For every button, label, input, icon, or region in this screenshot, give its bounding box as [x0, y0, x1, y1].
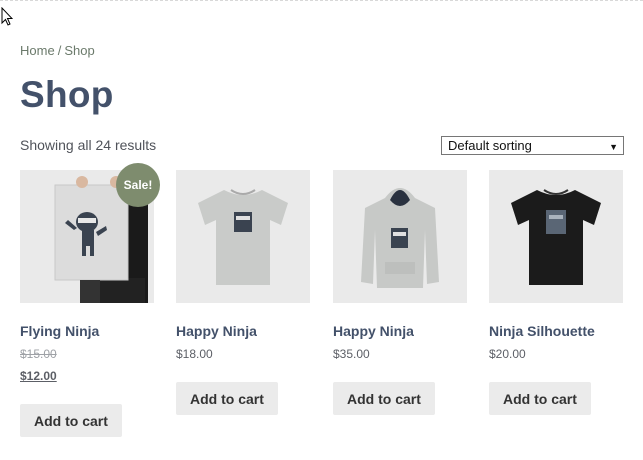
price: $35.00 [333, 347, 370, 361]
top-border [0, 0, 643, 1]
product-card: Happy Ninja $35.00 Add to cart [333, 170, 467, 415]
product-image[interactable] [333, 170, 467, 303]
breadcrumb-home-link[interactable]: Home [20, 43, 55, 58]
product-title[interactable]: Ninja Silhouette [489, 323, 623, 341]
sorting-select[interactable]: Default sorting ▼ [441, 136, 624, 155]
breadcrumb-current: Shop [64, 43, 95, 58]
product-card: Flying Ninja $15.00 $12.00 Add to cart [20, 170, 154, 437]
breadcrumb-separator: / [57, 43, 62, 58]
price: $20.00 [489, 347, 526, 361]
product-price: $18.00 [176, 347, 310, 361]
price: $18.00 [176, 347, 213, 361]
sorting-select-value: Default sorting [448, 138, 532, 153]
result-count: Showing all 24 results [20, 137, 157, 153]
product-title[interactable]: Happy Ninja [176, 323, 310, 341]
hoodie-image [333, 170, 467, 303]
product-title[interactable]: Flying Ninja [20, 323, 154, 341]
add-to-cart-button[interactable]: Add to cart [489, 382, 591, 415]
breadcrumb: Home / Shop [20, 43, 95, 58]
add-to-cart-button[interactable]: Add to cart [176, 382, 278, 415]
page-title: Shop [20, 74, 114, 115]
mouse-cursor-icon [1, 7, 13, 26]
product-price: $35.00 [333, 347, 467, 361]
product-image[interactable] [489, 170, 623, 303]
black-tshirt-image [489, 170, 623, 303]
sale-badge: Sale! [116, 163, 160, 207]
sale-price: $12.00 [20, 369, 57, 383]
add-to-cart-button[interactable]: Add to cart [333, 382, 435, 415]
product-title[interactable]: Happy Ninja [333, 323, 467, 341]
product-price: $20.00 [489, 347, 623, 361]
dropdown-arrow-icon: ▼ [609, 142, 618, 152]
product-card: Ninja Silhouette $20.00 Add to cart [489, 170, 623, 415]
add-to-cart-button[interactable]: Add to cart [20, 404, 122, 437]
product-price: $15.00 $12.00 [20, 347, 154, 383]
product-card: Happy Ninja $18.00 Add to cart [176, 170, 310, 415]
product-image[interactable] [176, 170, 310, 303]
tshirt-image [176, 170, 310, 303]
original-price: $15.00 [20, 347, 57, 361]
